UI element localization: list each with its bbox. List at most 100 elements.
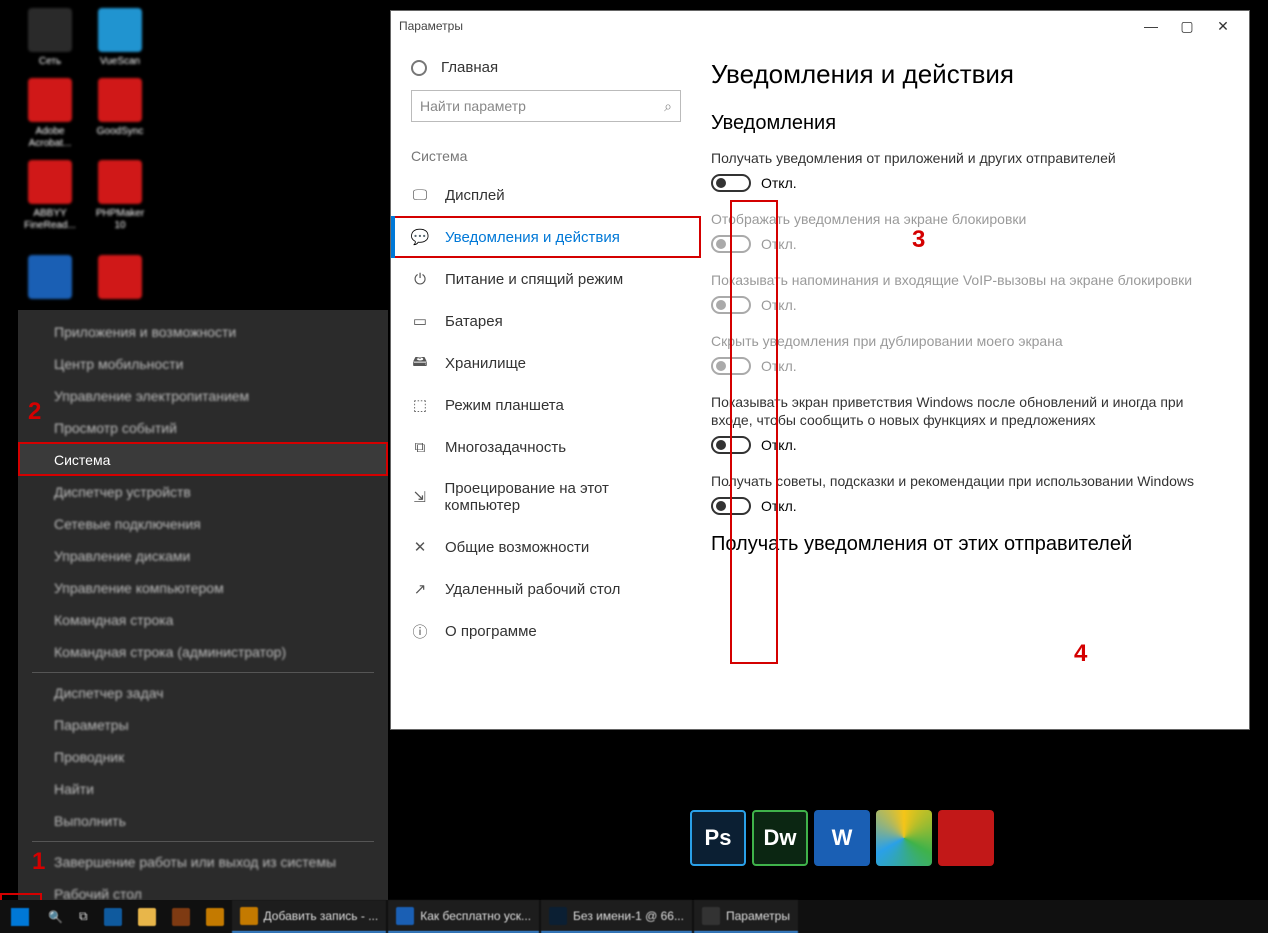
winx-context-menu: Приложения и возможностиЦентр мобильност… <box>18 310 388 916</box>
titlebar: Параметры — ▢ ✕ <box>391 11 1249 41</box>
start-button[interactable] <box>0 900 40 933</box>
ctxmenu-item[interactable]: Параметры <box>18 709 388 741</box>
nav-item-label: Дисплей <box>445 187 505 204</box>
window-title: Параметры <box>399 19 463 33</box>
taskbar-pin-app2[interactable] <box>198 900 232 933</box>
nav-item[interactable]: ⬚ Режим планшета <box>391 384 701 426</box>
dock-app-icon[interactable]: Dw <box>752 810 808 866</box>
toggle-switch[interactable] <box>711 174 751 192</box>
nav-item-icon: ▭ <box>411 312 429 330</box>
maximize-button[interactable]: ▢ <box>1169 11 1205 41</box>
dock-app-icon[interactable]: W <box>814 810 870 866</box>
ctxmenu-item[interactable]: Центр мобильности <box>18 348 388 380</box>
nav-item-icon: ⧉ <box>411 438 429 456</box>
option-label: Отображать уведомления на экране блокиро… <box>711 210 1221 229</box>
toggle-state: Откл. <box>761 297 797 313</box>
taskbar-app[interactable]: Параметры <box>694 900 798 933</box>
option-label: Получать советы, подсказки и рекомендаци… <box>711 472 1221 491</box>
dock-app-icon[interactable] <box>876 810 932 866</box>
dock-app-icon[interactable] <box>938 810 994 866</box>
setting-option: Скрыть уведомления при дублировании моег… <box>711 332 1221 375</box>
ctxmenu-item[interactable]: Проводник <box>18 741 388 773</box>
taskbar-app[interactable]: Без имени-1 @ 66... <box>541 900 692 933</box>
nav-item[interactable]: ⇲Проецирование на этот компьютер <box>391 468 701 526</box>
ctxmenu-item[interactable]: Сетевые подключения <box>18 508 388 540</box>
nav-item[interactable]: ⓘО программе <box>391 610 701 652</box>
nav-item[interactable]: ✕Общие возможности <box>391 526 701 568</box>
nav-item-label: Многозадачность <box>445 439 566 456</box>
nav-item[interactable]: ⧉ Многозадачность <box>391 426 701 468</box>
section-heading: Уведомления <box>711 112 1221 135</box>
taskbar-app-label: Параметры <box>726 909 790 923</box>
nav-item[interactable]: ⏻ Питание и спящий режим <box>391 258 701 300</box>
setting-option: Показывать напоминания и входящие VoIP-в… <box>711 271 1221 314</box>
option-label: Показывать экран приветствия Windows пос… <box>711 393 1221 431</box>
setting-option: Получать советы, подсказки и рекомендаци… <box>711 472 1221 515</box>
taskbar-taskview-icon[interactable]: ⧉ <box>71 900 96 933</box>
nav-item[interactable]: 💬Уведомления и действия <box>391 216 701 258</box>
toggle-state: Откл. <box>761 498 797 514</box>
nav-item-icon: ⬚ <box>411 396 429 414</box>
nav-home[interactable]: Главная <box>391 53 701 90</box>
ctxmenu-item[interactable]: Командная строка (администратор) <box>18 636 388 668</box>
desktop-icon[interactable] <box>90 255 150 303</box>
toggle-state: Откл. <box>761 358 797 374</box>
nav-item[interactable]: ▭ Батарея <box>391 300 701 342</box>
toggle-switch[interactable] <box>711 497 751 515</box>
taskbar-app-label: Без имени-1 @ 66... <box>573 909 684 923</box>
taskbar-pin-edge[interactable] <box>96 900 130 933</box>
nav-item-label: Общие возможности <box>445 539 589 556</box>
setting-option: Показывать экран приветствия Windows пос… <box>711 393 1221 455</box>
ctxmenu-item[interactable]: Управление дисками <box>18 540 388 572</box>
toggle-switch[interactable] <box>711 436 751 454</box>
nav-item[interactable]: 🖴Хранилище <box>391 342 701 384</box>
ctxmenu-item[interactable]: Командная строка <box>18 604 388 636</box>
setting-option: Отображать уведомления на экране блокиро… <box>711 210 1221 253</box>
option-label: Получать уведомления от приложений и дру… <box>711 149 1221 168</box>
minimize-button[interactable]: — <box>1133 11 1169 41</box>
nav-item-label: Батарея <box>445 313 503 330</box>
toggle-switch <box>711 357 751 375</box>
ctxmenu-item[interactable]: Приложения и возможности <box>18 316 388 348</box>
toggle-state: Откл. <box>761 236 797 252</box>
ctxmenu-item[interactable]: Управление электропитанием <box>18 380 388 412</box>
nav-item[interactable]: ↗Удаленный рабочий стол <box>391 568 701 610</box>
desktop-icon[interactable]: PHPMaker 10 <box>90 160 150 232</box>
toggle-state: Откл. <box>761 437 797 453</box>
dock: PsDwW <box>690 810 994 866</box>
desktop-icon[interactable]: Сеть <box>20 8 80 68</box>
ctxmenu-item[interactable]: Завершение работы или выход из системы <box>18 846 388 878</box>
nav-item-icon: 🖵 <box>411 186 429 204</box>
close-button[interactable]: ✕ <box>1205 11 1241 41</box>
section-heading-2: Получать уведомления от этих отправителе… <box>711 533 1221 556</box>
desktop-icon[interactable] <box>20 255 80 303</box>
ctxmenu-item[interactable]: Управление компьютером <box>18 572 388 604</box>
taskbar-search-icon[interactable]: 🔍 <box>40 900 71 933</box>
taskbar-app[interactable]: Добавить запись - ... <box>232 900 387 933</box>
taskbar-pin-app[interactable] <box>164 900 198 933</box>
dock-app-icon[interactable]: Ps <box>690 810 746 866</box>
taskbar-app-label: Как бесплатно уск... <box>420 909 531 923</box>
nav-item-label: Питание и спящий режим <box>445 271 623 288</box>
nav-item[interactable]: 🖵 Дисплей <box>391 174 701 216</box>
toggle-switch <box>711 235 751 253</box>
ctxmenu-item[interactable]: Диспетчер задач <box>18 677 388 709</box>
ctxmenu-item[interactable]: Диспетчер устройств <box>18 476 388 508</box>
desktop-icon[interactable]: ABBYY FineRead... <box>20 160 80 232</box>
search-input[interactable]: Найти параметр ⌕ <box>411 90 681 122</box>
settings-window: Параметры — ▢ ✕ Главная Найти параметр ⌕… <box>390 10 1250 730</box>
nav-item-label: Уведомления и действия <box>445 229 620 246</box>
nav-item-label: Режим планшета <box>445 397 564 414</box>
option-label: Показывать напоминания и входящие VoIP-в… <box>711 271 1221 290</box>
desktop-icon[interactable]: VueScan <box>90 8 150 68</box>
nav-item-icon: ⏻ <box>411 270 429 288</box>
ctxmenu-item[interactable]: Просмотр событий <box>18 412 388 444</box>
ctxmenu-item[interactable]: Система <box>18 444 388 476</box>
ctxmenu-item[interactable]: Найти <box>18 773 388 805</box>
desktop-icon[interactable]: Adobe Acrobat... <box>20 78 80 150</box>
ctxmenu-item[interactable]: Выполнить <box>18 805 388 837</box>
taskbar-pin-explorer[interactable] <box>130 900 164 933</box>
taskbar-app[interactable]: Как бесплатно уск... <box>388 900 539 933</box>
nav-item-label: Проецирование на этот компьютер <box>444 480 681 514</box>
desktop-icon[interactable]: GoodSync <box>90 78 150 138</box>
